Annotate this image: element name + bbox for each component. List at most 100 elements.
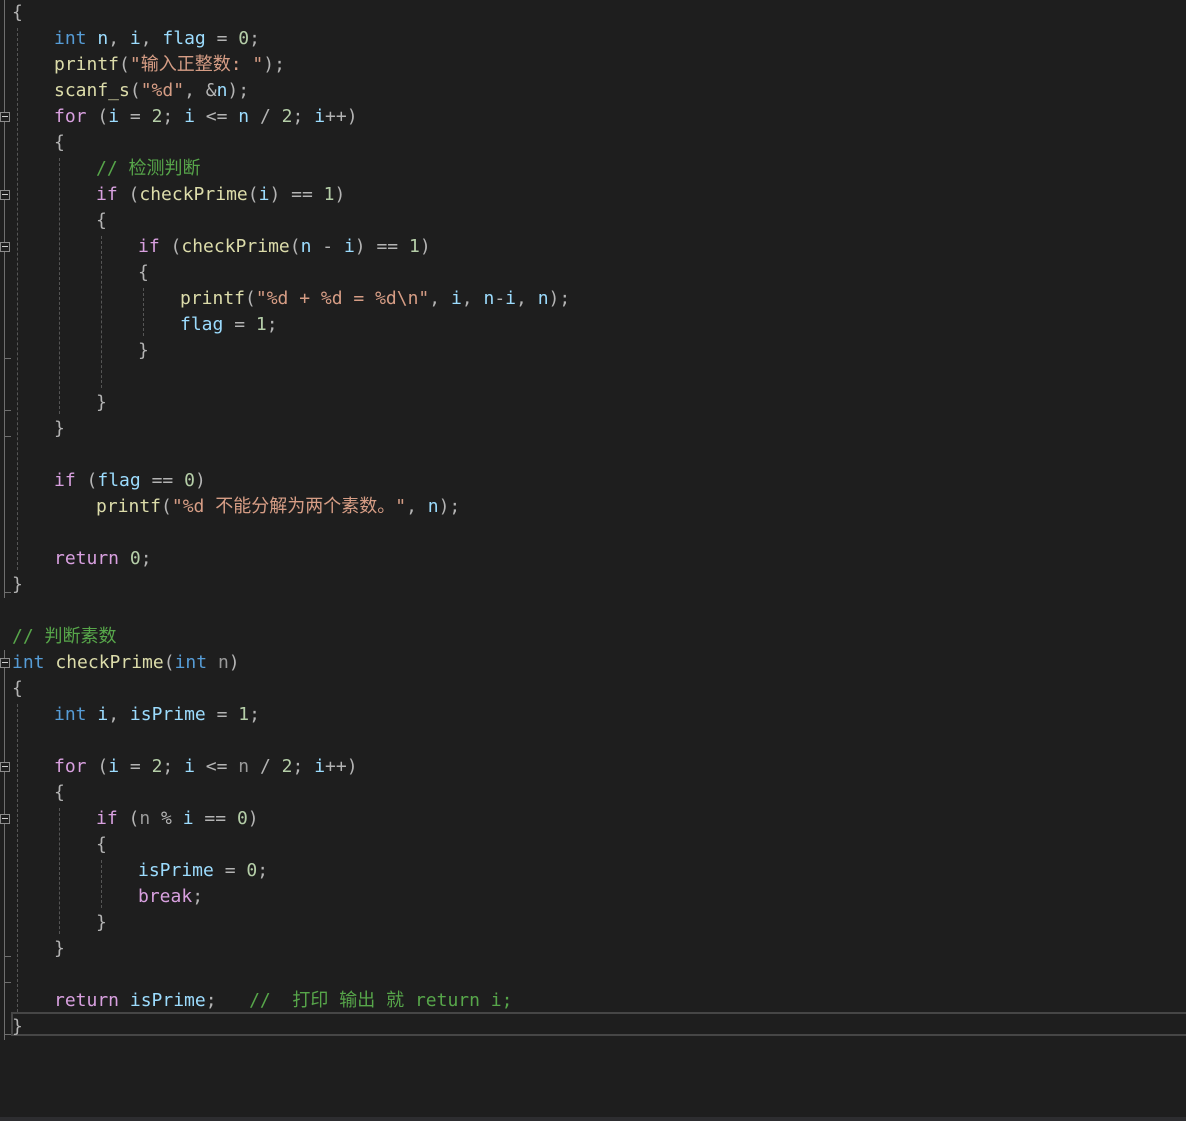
indent-guide-line bbox=[59, 158, 60, 414]
outline-end-mark bbox=[4, 1034, 11, 1035]
code-token: ) bbox=[334, 184, 346, 205]
code-token: i bbox=[97, 704, 109, 725]
code-token: ( bbox=[86, 756, 109, 777]
code-token: 2 bbox=[281, 106, 293, 127]
code-token: ); bbox=[438, 496, 461, 517]
code-line[interactable]: } bbox=[96, 390, 107, 416]
outline-line bbox=[4, 0, 5, 598]
code-token: n bbox=[238, 106, 250, 127]
collapse-region-icon[interactable] bbox=[0, 112, 10, 122]
code-token: 1 bbox=[323, 184, 335, 205]
code-line[interactable]: if (checkPrime(n - i) == 1) bbox=[138, 234, 431, 260]
code-line[interactable]: int i, isPrime = 1; bbox=[54, 702, 260, 728]
code-line[interactable]: int n, i, flag = 0; bbox=[54, 26, 260, 52]
code-line[interactable]: if (flag == 0) bbox=[54, 468, 206, 494]
code-token: , & bbox=[184, 80, 217, 101]
code-token: // 打印 输出 就 return i; bbox=[216, 990, 513, 1011]
code-token: / bbox=[249, 756, 282, 777]
code-token: ( bbox=[117, 808, 140, 829]
code-line[interactable]: for (i = 2; i <= n / 2; i++) bbox=[54, 754, 358, 780]
code-token: "%d + %d = %d\n" bbox=[255, 288, 430, 309]
code-line[interactable]: { bbox=[12, 0, 23, 26]
code-line[interactable]: { bbox=[138, 260, 149, 286]
collapse-region-icon[interactable] bbox=[0, 762, 10, 772]
code-line[interactable]: // 判断素数 bbox=[12, 624, 117, 650]
code-token: int bbox=[174, 652, 208, 673]
outline-end-mark bbox=[4, 436, 11, 437]
code-line[interactable]: int checkPrime(int n) bbox=[12, 650, 240, 676]
outline-end-mark bbox=[4, 982, 11, 983]
code-line[interactable]: if (n % i == 0) bbox=[96, 806, 259, 832]
code-line[interactable]: return isPrime; // 打印 输出 就 return i; bbox=[54, 988, 512, 1014]
code-token: ) bbox=[228, 652, 240, 673]
code-token: n bbox=[97, 28, 109, 49]
code-line[interactable]: } bbox=[12, 1014, 23, 1040]
code-token: i bbox=[505, 288, 517, 309]
code-token: isPrime bbox=[129, 704, 206, 725]
indent-guide-line bbox=[101, 860, 102, 908]
code-editor[interactable]: {int n, i, flag = 0; printf("输入正整数: "); sc… bbox=[0, 0, 1186, 1121]
code-token: printf bbox=[96, 496, 162, 517]
code-token: flag bbox=[162, 28, 206, 49]
code-token: ( bbox=[159, 236, 182, 257]
code-token: } bbox=[138, 340, 149, 361]
code-token: ; bbox=[205, 990, 217, 1011]
code-line[interactable]: { bbox=[96, 208, 107, 234]
code-line[interactable]: { bbox=[54, 780, 65, 806]
outline-end-mark bbox=[4, 592, 11, 593]
code-line[interactable]: } bbox=[12, 572, 23, 598]
code-token: } bbox=[54, 418, 65, 439]
collapse-region-icon[interactable] bbox=[0, 190, 10, 200]
code-line[interactable]: } bbox=[54, 936, 65, 962]
code-line[interactable]: { bbox=[12, 676, 23, 702]
code-token: ; bbox=[292, 106, 315, 127]
code-token: n bbox=[238, 756, 250, 777]
editor-bottom-border bbox=[0, 1117, 1186, 1121]
code-token: ) == bbox=[354, 236, 409, 257]
code-token: = bbox=[119, 106, 152, 127]
code-token: ( bbox=[119, 54, 130, 75]
code-token: ; bbox=[266, 314, 278, 335]
code-token: flag bbox=[180, 314, 224, 335]
collapse-region-icon[interactable] bbox=[0, 814, 10, 824]
code-token: { bbox=[54, 782, 65, 803]
code-line[interactable]: for (i = 2; i <= n / 2; i++) bbox=[54, 104, 358, 130]
code-line[interactable]: } bbox=[138, 338, 149, 364]
code-line[interactable]: isPrime = 0; bbox=[138, 858, 268, 884]
code-line[interactable]: scanf_s("%d", &n); bbox=[54, 78, 249, 104]
code-line[interactable]: printf("%d + %d = %d\n", i, n-i, n); bbox=[180, 286, 570, 312]
code-token: return bbox=[54, 548, 120, 569]
code-line[interactable]: // 检测判断 bbox=[96, 156, 201, 182]
code-token: "输入正整数: " bbox=[129, 54, 264, 75]
code-token: ( bbox=[163, 652, 175, 673]
code-line[interactable]: { bbox=[96, 832, 107, 858]
code-token: i bbox=[184, 106, 195, 127]
code-token: = bbox=[119, 756, 152, 777]
code-line[interactable]: break; bbox=[138, 884, 203, 910]
code-line[interactable]: return 0; bbox=[54, 546, 152, 572]
code-line[interactable]: printf("输入正整数: "); bbox=[54, 52, 285, 78]
code-token: ++) bbox=[325, 106, 358, 127]
code-line[interactable]: { bbox=[54, 130, 65, 156]
code-line[interactable]: } bbox=[96, 910, 107, 936]
code-token: 1 bbox=[408, 236, 420, 257]
code-line[interactable]: } bbox=[54, 416, 65, 442]
code-token: // 判断素数 bbox=[12, 626, 117, 647]
code-token: n bbox=[217, 652, 229, 673]
current-line-highlight bbox=[11, 1012, 1186, 1036]
code-token: = bbox=[223, 314, 256, 335]
collapse-region-icon[interactable] bbox=[0, 242, 10, 252]
code-token: { bbox=[54, 132, 65, 153]
code-token: ; bbox=[257, 860, 269, 881]
code-line[interactable]: printf("%d 不能分解为两个素数。", n); bbox=[96, 494, 460, 520]
code-token: n bbox=[300, 236, 312, 257]
code-token: int bbox=[54, 28, 87, 49]
code-line[interactable]: if (checkPrime(i) == 1) bbox=[96, 182, 345, 208]
code-token: 2 bbox=[151, 756, 163, 777]
collapse-region-icon[interactable] bbox=[0, 658, 10, 668]
code-line[interactable]: flag = 1; bbox=[180, 312, 278, 338]
code-token: { bbox=[12, 2, 23, 23]
code-token: ( bbox=[117, 184, 140, 205]
